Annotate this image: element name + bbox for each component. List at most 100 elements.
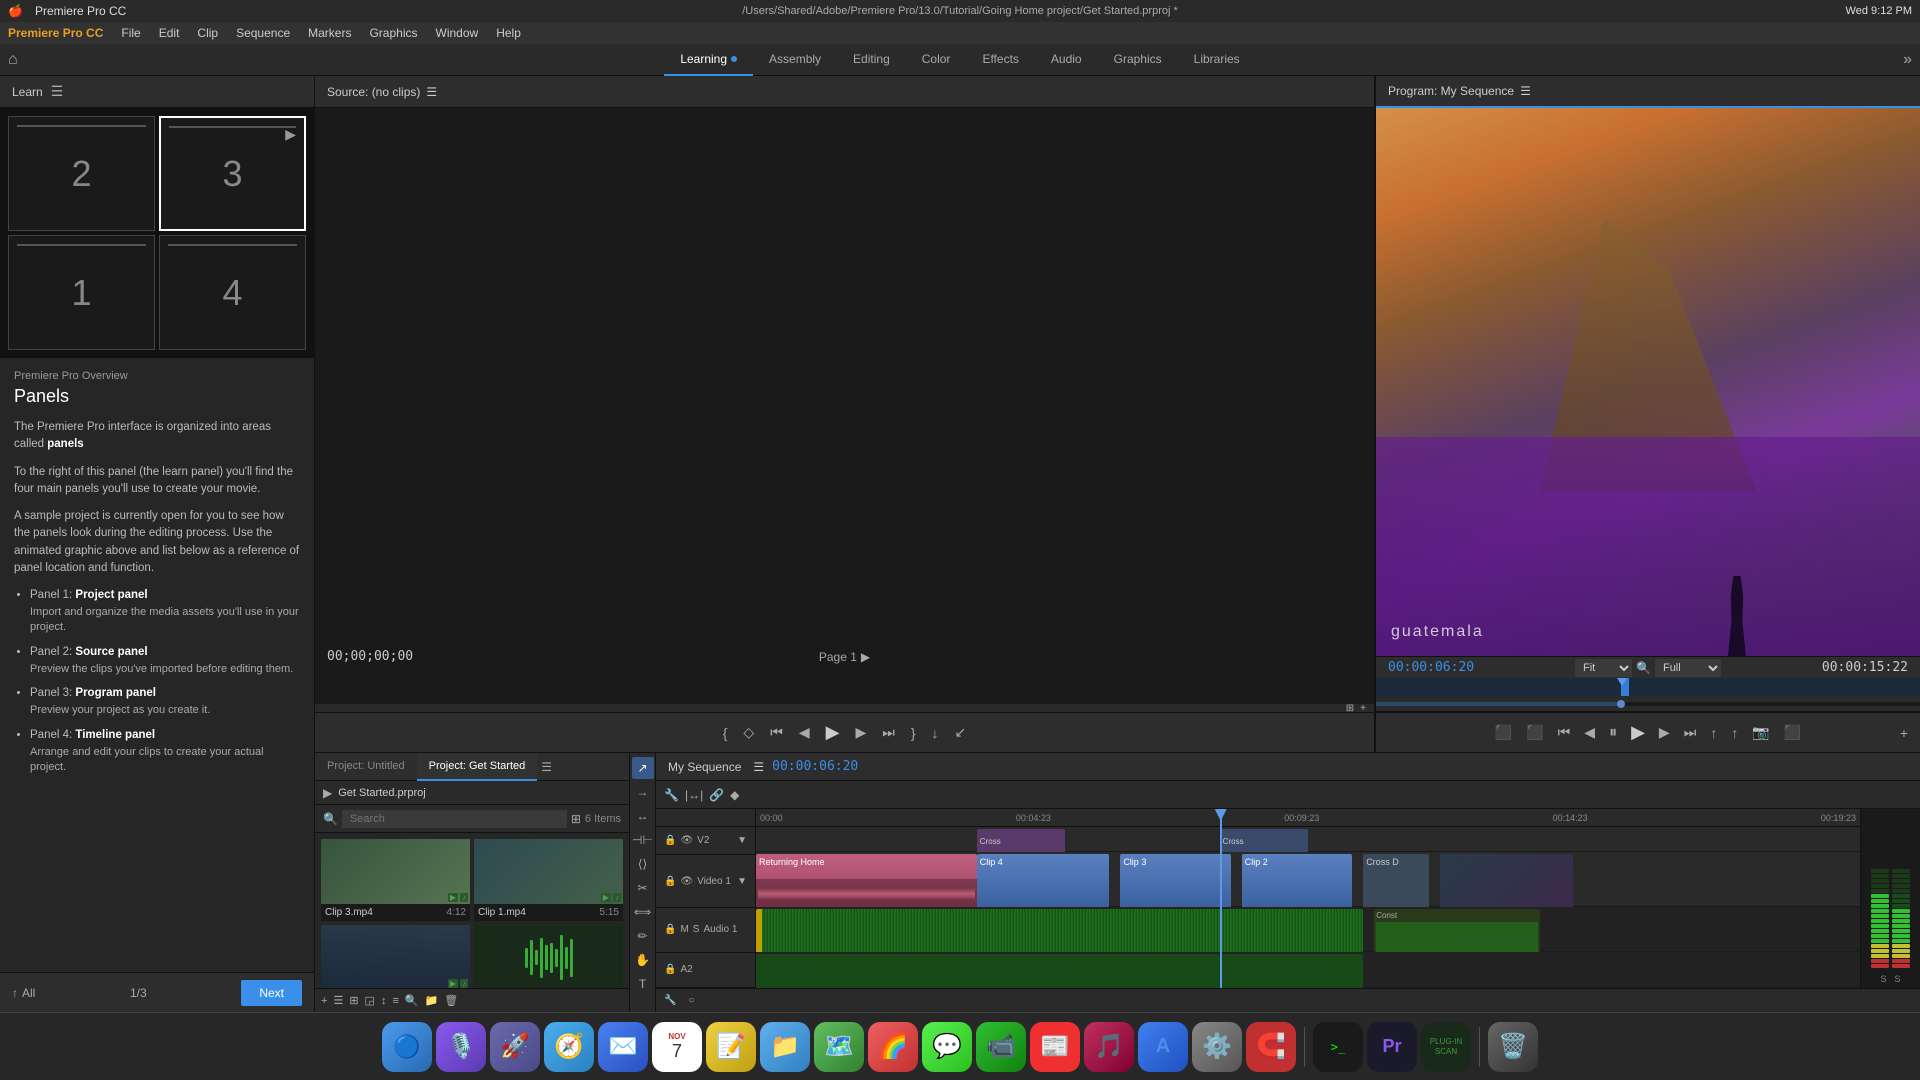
track-collapse-v2[interactable]: ▼: [737, 835, 747, 846]
track-lock-a2[interactable]: 🔒: [664, 964, 676, 975]
track-visibility-v1[interactable]: 👁: [680, 876, 693, 887]
clip-cross2[interactable]: Cross: [1220, 829, 1308, 853]
dock-messages[interactable]: 💬: [922, 1022, 972, 1072]
dock-music[interactable]: 🎵: [1084, 1022, 1134, 1072]
source-ctrl-step-fwd[interactable]: ⏭: [878, 720, 899, 745]
source-ctrl-back[interactable]: ◀: [795, 720, 814, 745]
project-tab-menu-icon[interactable]: ☰: [541, 760, 552, 774]
prog-ctrl-prev-edit[interactable]: ⏮: [1554, 722, 1575, 743]
menu-markers[interactable]: Markers: [300, 24, 359, 42]
tool-slip[interactable]: ⟺: [632, 901, 654, 923]
dock-terminal[interactable]: >_: [1313, 1022, 1363, 1072]
track-lock-v1[interactable]: 🔒: [664, 876, 676, 887]
apple-icon[interactable]: 🍎: [8, 4, 23, 18]
audio-clip-main[interactable]: [756, 909, 1363, 954]
tab-color[interactable]: Color: [906, 44, 967, 76]
sort-button[interactable]: ↕: [381, 995, 387, 1007]
tool-rolling-edit[interactable]: ⊣⊢: [632, 829, 654, 851]
dock-plugin[interactable]: PLUG-INSCAN: [1421, 1022, 1471, 1072]
clip-clip2[interactable]: Clip 2: [1242, 854, 1352, 909]
tutorial-thumb-4[interactable]: 4: [159, 235, 306, 350]
app-name-menu[interactable]: Premiere Pro CC: [35, 4, 126, 18]
menu-help[interactable]: Help: [488, 24, 529, 42]
media-item-clip2[interactable]: ▶ ♪ Clip 2.mp4 12:14: [321, 925, 470, 988]
tutorial-thumb-1[interactable]: 1: [8, 235, 155, 350]
tab-effects[interactable]: Effects: [966, 44, 1034, 76]
tab-graphics[interactable]: Graphics: [1098, 44, 1178, 76]
icon-view-button[interactable]: ⊞: [349, 994, 358, 1007]
prog-ctrl-stop[interactable]: ⏸: [1605, 722, 1621, 744]
dock-premiere[interactable]: Pr: [1367, 1022, 1417, 1072]
clip-end[interactable]: [1440, 854, 1572, 909]
folder-button[interactable]: 📁: [425, 994, 439, 1007]
tool-hand[interactable]: ✋: [632, 949, 654, 971]
source-page-arrow[interactable]: ▶: [861, 650, 870, 664]
dock-safari[interactable]: 🧭: [544, 1022, 594, 1072]
timeline-panel-menu-icon[interactable]: ☰: [753, 760, 764, 774]
source-ctrl-insert[interactable]: ↓: [928, 721, 943, 745]
audio-clip-const[interactable]: Const: [1374, 909, 1540, 954]
audio-clip-a2[interactable]: [756, 954, 1363, 988]
prog-ctrl-step-back[interactable]: ◀: [1580, 722, 1599, 743]
source-ctrl-step-back[interactable]: ⏮: [766, 720, 787, 745]
menu-window[interactable]: Window: [428, 24, 487, 42]
tutorial-thumb-2[interactable]: 2: [8, 116, 155, 231]
tool-ripple-edit[interactable]: ↔: [632, 805, 654, 827]
tab-assembly[interactable]: Assembly: [753, 44, 837, 76]
all-button[interactable]: ↑ All: [12, 986, 35, 1000]
tool-type[interactable]: T: [632, 973, 654, 995]
prog-ctrl-camera[interactable]: 📷: [1748, 722, 1773, 743]
clip-clip4[interactable]: Clip 4: [977, 854, 1109, 909]
new-bin-button[interactable]: +: [321, 995, 327, 1007]
prog-ctrl-lift[interactable]: ↑: [1706, 723, 1721, 743]
tl-tool-wrench[interactable]: 🔧: [664, 788, 679, 802]
prog-ctrl-step-fwd[interactable]: ▶: [1655, 722, 1674, 743]
tool-pen[interactable]: ✏: [632, 925, 654, 947]
menu-sequence[interactable]: Sequence: [228, 24, 298, 42]
tab-audio[interactable]: Audio: [1035, 44, 1098, 76]
dock-launchpad[interactable]: 🚀: [490, 1022, 540, 1072]
track-mute-a1[interactable]: M: [680, 924, 688, 935]
dock-siri[interactable]: 🎙️: [436, 1022, 486, 1072]
search-filter-icon[interactable]: ⊞: [571, 812, 581, 826]
dock-notes[interactable]: 📝: [706, 1022, 756, 1072]
source-play-button[interactable]: ▶: [822, 718, 844, 747]
prog-ctrl-export[interactable]: ⬛: [1780, 722, 1805, 743]
media-item-music[interactable]: Music 1:05:10909: [474, 925, 623, 988]
media-item-clip1[interactable]: ▶ ♪ Clip 1.mp4 5:15: [474, 839, 623, 921]
tab-editing[interactable]: Editing: [837, 44, 906, 76]
menu-file[interactable]: File: [113, 24, 148, 42]
source-ctrl-out[interactable]: }: [907, 721, 920, 745]
tab-learning[interactable]: Learning: [664, 44, 753, 76]
clip-crossd[interactable]: Cross D: [1363, 854, 1429, 909]
source-ctrl-overwrite[interactable]: ↙: [951, 720, 971, 745]
source-ctrl-fwd[interactable]: ▶: [851, 720, 870, 745]
dock-photos[interactable]: 🌈: [868, 1022, 918, 1072]
tl-footer-zoom[interactable]: ○: [688, 995, 694, 1006]
source-ctrl-in[interactable]: {: [719, 721, 732, 745]
menu-edit[interactable]: Edit: [151, 24, 188, 42]
tool-razor[interactable]: ✂: [632, 877, 654, 899]
tl-tool-add-edit[interactable]: ◆: [730, 788, 739, 802]
learn-panel-menu-icon[interactable]: ☰: [51, 83, 64, 100]
track-visibility-v2[interactable]: 👁: [680, 835, 693, 846]
program-scrubber[interactable]: [1376, 678, 1920, 696]
menu-clip[interactable]: Clip: [189, 24, 226, 42]
tl-tool-snap[interactable]: |↔|: [685, 788, 703, 802]
tl-footer-btn-wrench[interactable]: 🔧: [664, 995, 676, 1006]
clip-cross1[interactable]: Cross: [977, 829, 1065, 853]
dock-news[interactable]: 📰: [1030, 1022, 1080, 1072]
dock-mail[interactable]: ✉️: [598, 1022, 648, 1072]
dock-facetime[interactable]: 📹: [976, 1022, 1026, 1072]
prog-ctrl-add[interactable]: +: [1896, 723, 1912, 743]
tl-tool-link[interactable]: 🔗: [709, 788, 724, 802]
media-item-clip3[interactable]: ▶ ♪ Clip 3.mp4 4:12: [321, 839, 470, 921]
dock-appstore[interactable]: A: [1138, 1022, 1188, 1072]
delete-button[interactable]: 🗑: [444, 994, 458, 1007]
program-panel-menu-icon[interactable]: ☰: [1520, 84, 1531, 98]
track-lock-a1[interactable]: 🔒: [664, 924, 676, 935]
tab-libraries[interactable]: Libraries: [1178, 44, 1256, 76]
prog-ctrl-extract[interactable]: ↑: [1727, 723, 1742, 743]
track-collapse-v1[interactable]: ▼: [737, 876, 747, 887]
search-proj-button[interactable]: 🔍: [405, 994, 419, 1007]
